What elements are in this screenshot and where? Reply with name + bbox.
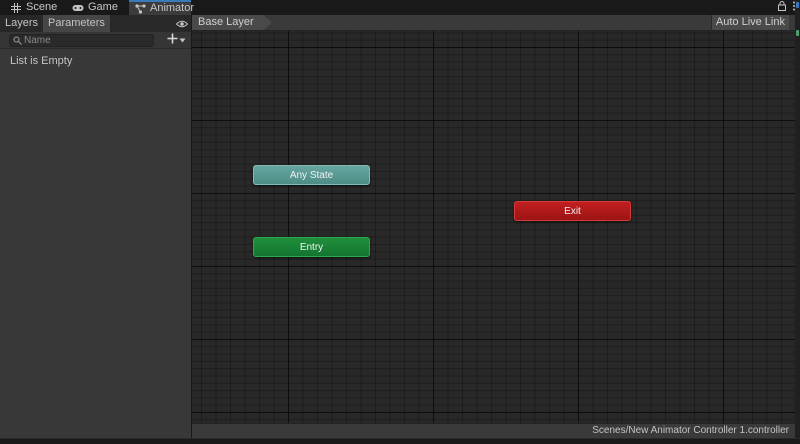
unity-editor-window: Scene Game Animator Layers Parameters Na…	[0, 0, 800, 444]
tab-layers[interactable]: Layers	[0, 15, 43, 32]
tab-scene[interactable]: Scene	[4, 0, 63, 15]
right-edge-marker	[796, 2, 799, 8]
dropdown-arrow-icon	[179, 34, 186, 46]
parameters-toolbar	[0, 32, 191, 48]
state-exit-label: Exit	[564, 205, 581, 217]
grid-icon	[10, 2, 22, 13]
animator-graph[interactable]: Base Layer Auto Live Link Any State Exit…	[192, 15, 795, 438]
state-any-state[interactable]: Any State	[253, 165, 370, 185]
state-any-state-label: Any State	[289, 169, 334, 181]
tab-animator[interactable]: Animator	[129, 0, 195, 15]
panel-tabs: Layers Parameters	[0, 15, 191, 32]
tab-game[interactable]: Game	[66, 0, 124, 15]
plus-icon	[167, 33, 178, 47]
tab-animator-label: Animator	[150, 2, 195, 14]
window-tab-bar: Scene Game Animator	[0, 0, 800, 15]
right-edge-strip	[795, 0, 800, 444]
graph-header: Base Layer Auto Live Link	[192, 15, 795, 31]
tab-game-label: Game	[88, 1, 118, 13]
empty-list-text: List is Empty	[10, 55, 73, 67]
search-field	[9, 34, 154, 47]
graph-status-bar: Scenes/New Animator Controller 1.control…	[192, 423, 795, 438]
right-edge-marker	[796, 30, 799, 36]
tab-scene-label: Scene	[26, 1, 58, 13]
bottom-panel-edge	[0, 438, 800, 444]
parameters-panel: Layers Parameters List	[0, 15, 192, 438]
add-parameter-button[interactable]	[167, 33, 186, 47]
tab-parameters[interactable]: Parameters	[43, 15, 110, 32]
eye-icon[interactable]	[173, 15, 191, 32]
gamepad-icon	[72, 3, 84, 13]
auto-live-link-button[interactable]: Auto Live Link	[710, 15, 789, 30]
state-exit[interactable]: Exit	[514, 201, 631, 221]
animator-icon	[135, 3, 146, 14]
state-entry[interactable]: Entry	[253, 237, 370, 257]
lock-icon[interactable]	[778, 1, 786, 14]
graph-grid	[192, 31, 795, 423]
panel-divider	[0, 48, 191, 49]
state-entry-label: Entry	[299, 241, 324, 253]
search-icon	[10, 36, 24, 45]
breadcrumb-base-layer[interactable]: Base Layer	[192, 15, 272, 30]
search-input[interactable]	[24, 35, 144, 46]
controller-path: Scenes/New Animator Controller 1.control…	[592, 425, 789, 436]
